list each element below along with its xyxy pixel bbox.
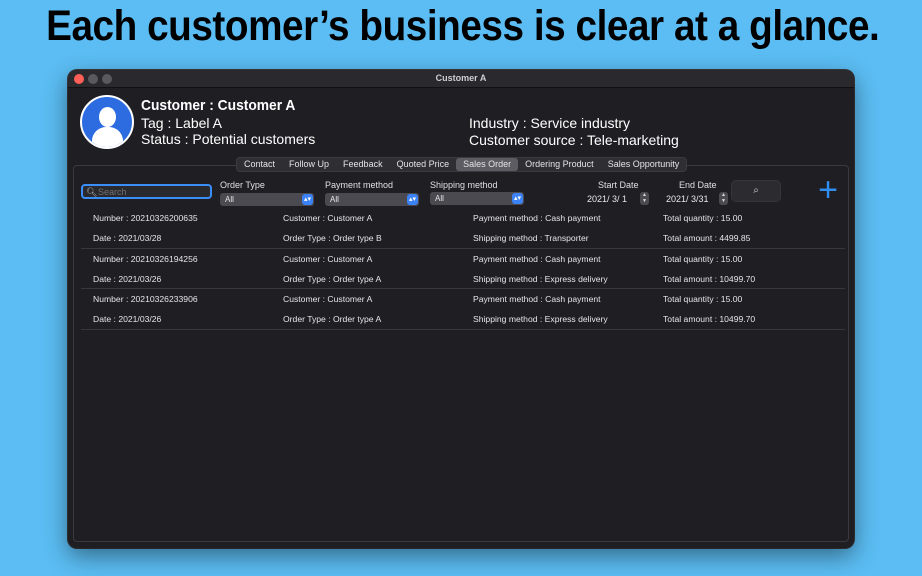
- order-customer: Customer : Customer A: [283, 294, 373, 305]
- customer-name: Customer : Customer A: [141, 97, 296, 114]
- order-shipping: Shipping method : Express delivery: [473, 273, 608, 284]
- order-payment: Payment method : Cash payment: [473, 213, 601, 223]
- magnifier-icon: 🔍︎: [86, 187, 98, 197]
- order-date: Date : 2021/03/28: [93, 233, 162, 243]
- tab-sales-opportunity[interactable]: Sales Opportunity: [601, 158, 687, 171]
- order-amount: Total amount : 4499.85: [663, 233, 751, 243]
- order-shipping: Shipping method : Transporter: [473, 233, 589, 243]
- promo-headline: Each customer’s business is clear at a g…: [46, 2, 880, 50]
- title-bar[interactable]: Customer A: [68, 70, 854, 88]
- order-type: Order Type : Order type A: [283, 273, 382, 284]
- order-number: Number : 20210326200635: [93, 213, 198, 223]
- payment-method-select[interactable]: All ▴▾: [325, 193, 419, 206]
- plus-icon[interactable]: +: [813, 173, 843, 207]
- payment-method-value: All: [330, 195, 339, 204]
- end-date-stepper[interactable]: ▲ ▼: [719, 192, 728, 205]
- tab-bar: Contact Follow Up Feedback Quoted Price …: [236, 157, 688, 172]
- payment-method-label: Payment method: [325, 180, 394, 190]
- order-number: Number : 20210326194256: [93, 253, 198, 264]
- order-date: Date : 2021/03/26: [93, 273, 162, 284]
- order-customer: Customer : Customer A: [283, 213, 373, 223]
- magnifier-icon: ⌕: [753, 185, 759, 196]
- order-type-select[interactable]: All ▴▾: [220, 193, 314, 206]
- tab-sales-order[interactable]: Sales Order: [456, 158, 519, 171]
- window-title: Customer A: [435, 73, 487, 83]
- order-row[interactable]: Number : 20210326233906 Customer : Custo…: [81, 289, 845, 330]
- shipping-method-label: Shipping method: [430, 180, 498, 190]
- order-type: Order Type : Order type B: [283, 233, 382, 243]
- order-quantity: Total quantity : 15.00: [663, 253, 743, 264]
- order-customer: Customer : Customer A: [283, 253, 373, 264]
- customer-industry: Industry : Service industry: [469, 115, 631, 131]
- tab-quoted-price[interactable]: Quoted Price: [390, 158, 457, 171]
- start-date-value[interactable]: 2021/ 3/ 1: [587, 193, 627, 206]
- person-icon: [80, 95, 134, 149]
- chevron-updown-icon: ▴▾: [302, 194, 313, 205]
- customer-status: Status : Potential customers: [141, 131, 316, 147]
- order-row[interactable]: Number : 20210326200635 Customer : Custo…: [81, 208, 845, 249]
- chevron-updown-icon: ▴▾: [512, 193, 523, 204]
- customer-info-left: Customer : Customer A Tag : Label A Stat…: [141, 97, 316, 148]
- tab-follow-up[interactable]: Follow Up: [282, 158, 336, 171]
- shipping-method-select[interactable]: All ▴▾: [430, 192, 524, 205]
- customer-window: Customer A Customer : Customer A Tag : L…: [68, 70, 854, 548]
- customer-tag: Tag : Label A: [141, 114, 222, 131]
- end-date-label: End Date: [679, 180, 717, 190]
- order-payment: Payment method : Cash payment: [473, 294, 601, 305]
- order-type: Order Type : Order type A: [283, 314, 382, 325]
- search-field[interactable]: 🔍︎: [81, 184, 212, 199]
- search-input[interactable]: [98, 186, 208, 197]
- shipping-method-value: All: [435, 194, 444, 203]
- order-quantity: Total quantity : 15.00: [663, 213, 743, 223]
- order-date: Date : 2021/03/26: [93, 314, 162, 325]
- tab-contact[interactable]: Contact: [237, 158, 282, 171]
- order-payment: Payment method : Cash payment: [473, 253, 601, 264]
- tab-ordering-product[interactable]: Ordering Product: [518, 158, 601, 171]
- start-date-label: Start Date: [598, 180, 639, 190]
- end-date-value[interactable]: 2021/ 3/31: [666, 193, 709, 206]
- sales-order-list: Number : 20210326200635 Customer : Custo…: [81, 208, 845, 330]
- order-type-label: Order Type: [220, 180, 265, 190]
- search-button[interactable]: ⌕: [731, 180, 781, 202]
- start-date-stepper[interactable]: ▲ ▼: [640, 192, 649, 205]
- order-amount: Total amount : 10499.70: [663, 314, 756, 325]
- order-number: Number : 20210326233906: [93, 294, 198, 305]
- order-type-value: All: [225, 195, 234, 204]
- order-shipping: Shipping method : Express delivery: [473, 314, 608, 325]
- order-amount: Total amount : 10499.70: [663, 273, 756, 284]
- order-quantity: Total quantity : 15.00: [663, 294, 743, 305]
- tab-feedback[interactable]: Feedback: [336, 158, 390, 171]
- customer-info-right: Industry : Service industry Customer sou…: [469, 115, 679, 148]
- chevron-updown-icon: ▴▾: [407, 194, 418, 205]
- customer-source: Customer source : Tele-marketing: [469, 131, 679, 148]
- order-row[interactable]: Number : 20210326194256 Customer : Custo…: [81, 249, 845, 290]
